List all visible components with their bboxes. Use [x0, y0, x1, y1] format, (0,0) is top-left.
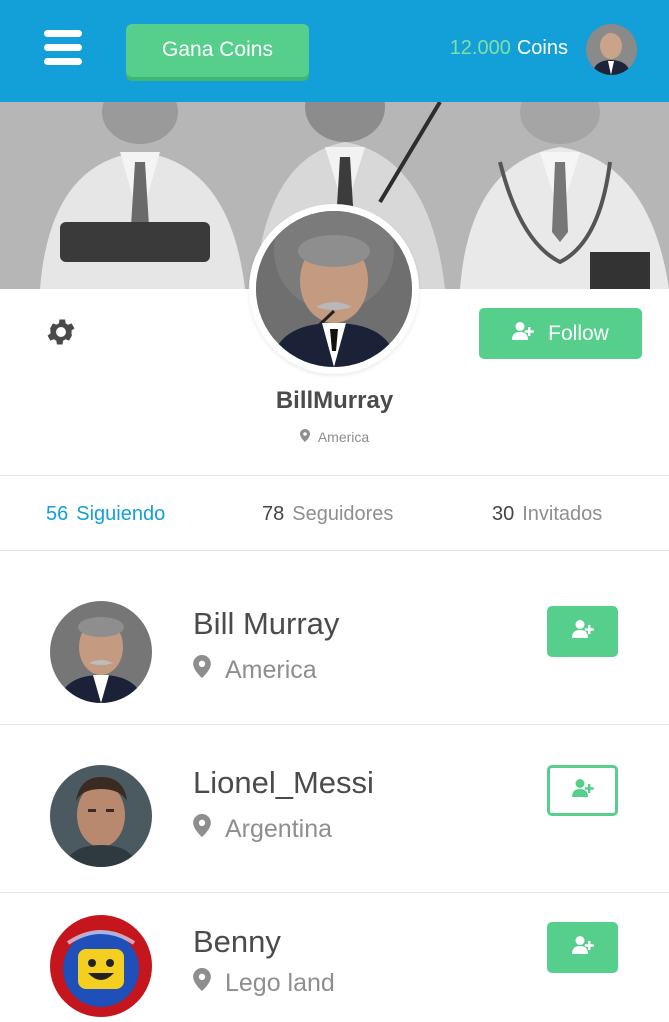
- tab-invitados[interactable]: 30 Invitados: [492, 503, 602, 526]
- follow-button[interactable]: Follow: [479, 308, 642, 359]
- user-location-label: America: [225, 655, 317, 684]
- gana-coins-button[interactable]: Gana Coins: [126, 24, 309, 77]
- gear-icon[interactable]: [44, 315, 82, 353]
- avatar[interactable]: [50, 915, 152, 1017]
- map-pin-icon: [193, 968, 211, 998]
- user-name[interactable]: Bill Murray: [193, 606, 339, 642]
- profile-avatar[interactable]: [249, 204, 419, 374]
- user-name[interactable]: Lionel_Messi: [193, 765, 374, 801]
- menu-icon[interactable]: [44, 30, 84, 70]
- map-pin-icon: [193, 814, 211, 844]
- add-user-button[interactable]: [547, 765, 618, 816]
- list-item: Lionel_Messi Argentina: [0, 725, 669, 893]
- user-avatar[interactable]: [586, 24, 637, 75]
- divider: [0, 550, 669, 551]
- avatar[interactable]: [50, 601, 152, 703]
- list-item: Bill Murray America: [0, 560, 669, 725]
- user-plus-icon: [571, 778, 594, 803]
- stat-label: Invitados: [522, 503, 603, 525]
- user-location: America: [193, 655, 317, 685]
- divider: [0, 475, 669, 476]
- coins-value: 12.000: [449, 37, 511, 59]
- stat-label: Siguiendo: [76, 503, 166, 525]
- tab-siguiendo[interactable]: 56 Siguiendo: [46, 503, 165, 526]
- user-location: Argentina: [193, 814, 332, 844]
- add-user-button[interactable]: [547, 922, 618, 973]
- coins-balance: 12.000 Coins: [450, 37, 568, 60]
- top-bar: Gana Coins 12.000 Coins: [0, 0, 669, 102]
- map-pin-icon: [193, 655, 211, 685]
- coins-label: Coins: [516, 37, 568, 59]
- stat-label: Seguidores: [292, 503, 394, 525]
- follow-label: Follow: [548, 321, 609, 345]
- map-pin-icon: [299, 429, 310, 445]
- tab-seguidores[interactable]: 78 Seguidores: [262, 503, 393, 526]
- user-location-label: Argentina: [225, 814, 333, 843]
- add-user-button[interactable]: [547, 606, 618, 657]
- user-location: Lego land: [193, 968, 335, 998]
- user-plus-icon: [512, 321, 534, 347]
- user-plus-icon: [571, 935, 594, 960]
- stat-count: 30: [492, 503, 515, 525]
- avatar[interactable]: [50, 765, 152, 867]
- stat-count: 78: [262, 503, 285, 525]
- stat-count: 56: [46, 503, 69, 525]
- user-location-label: Lego land: [225, 968, 335, 997]
- profile-username: BillMurray: [275, 387, 394, 414]
- user-name[interactable]: Benny: [193, 924, 281, 960]
- list-item: Benny Lego land: [0, 893, 669, 1022]
- profile-location: America: [0, 429, 669, 445]
- profile-location-label: America: [317, 429, 370, 445]
- user-plus-icon: [571, 619, 594, 644]
